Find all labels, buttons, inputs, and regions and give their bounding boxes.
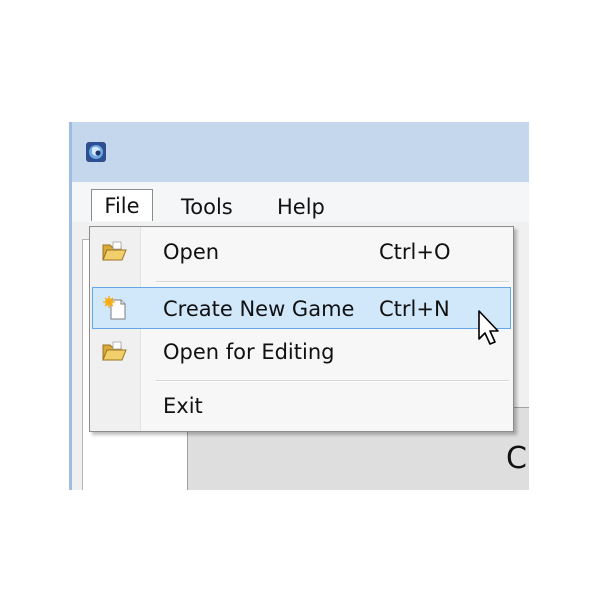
menu-item-open[interactable]: Open Ctrl+O	[92, 231, 511, 273]
title-bar	[69, 122, 529, 182]
menu-bar: File Tools Help	[69, 182, 529, 222]
menu-item-label: Open	[163, 240, 220, 264]
content-partial-text: C	[506, 441, 527, 476]
menu-item-shortcut: Ctrl+O	[379, 240, 451, 264]
menu-item-label: Create New Game	[163, 297, 355, 321]
mouse-cursor-icon	[478, 310, 499, 345]
menu-separator	[156, 281, 509, 283]
folder-open-icon	[102, 341, 127, 361]
app-icon	[86, 142, 106, 162]
menu-item-open-for-editing[interactable]: Open for Editing	[92, 331, 511, 373]
menu-file[interactable]: File	[91, 189, 153, 221]
menu-item-label: Exit	[163, 394, 203, 418]
folder-open-icon	[102, 241, 127, 261]
new-document-icon	[103, 296, 126, 320]
menu-item-shortcut: Ctrl+N	[379, 297, 450, 321]
menu-item-create-new-game[interactable]: Create New Game Ctrl+N	[92, 287, 511, 329]
menu-item-label: Open for Editing	[163, 340, 335, 364]
menu-item-exit[interactable]: Exit	[92, 385, 511, 427]
screenshot-stage: File Tools Help C Open Ctrl+O Create New…	[0, 0, 600, 600]
menu-help[interactable]: Help	[270, 191, 332, 223]
menu-tools[interactable]: Tools	[174, 191, 240, 223]
file-menu-dropdown: Open Ctrl+O Create New Game Ctrl+N Open …	[89, 226, 514, 432]
menu-separator	[156, 380, 509, 382]
